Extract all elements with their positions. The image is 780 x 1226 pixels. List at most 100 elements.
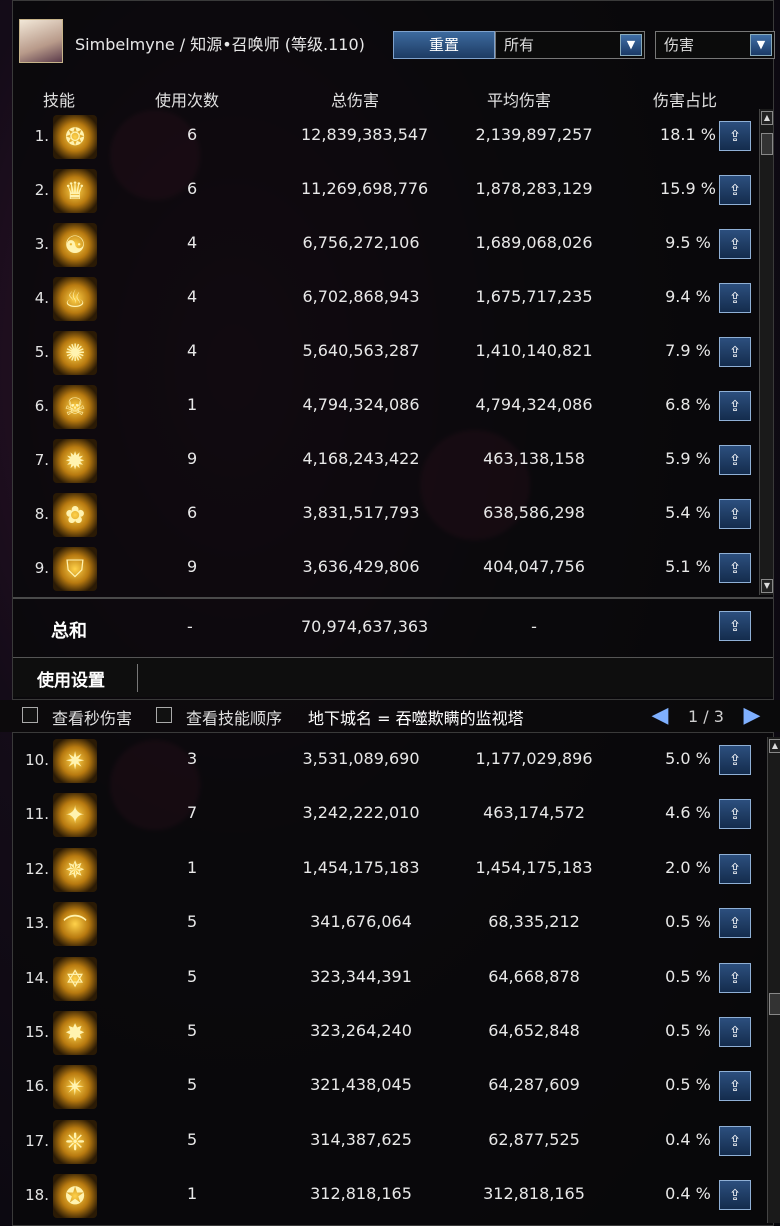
skill-icon: ✵ — [53, 847, 97, 892]
scroll-thumb[interactable] — [769, 993, 780, 1015]
rank-number: 18. — [25, 1186, 49, 1205]
rank-number: 12. — [25, 859, 49, 878]
share-icon[interactable]: ⇪ — [719, 853, 751, 884]
use-count: 5 — [187, 912, 198, 932]
scrollbar-top[interactable]: ▲ ▼ — [759, 109, 773, 595]
damage-percent: 9.4 % — [665, 287, 711, 306]
use-count: 7 — [187, 803, 198, 823]
share-total-button[interactable]: ⇪ — [719, 611, 751, 641]
scroll-thumb[interactable] — [761, 133, 773, 155]
total-damage: 341,676,064 — [310, 912, 412, 932]
scroll-up-icon[interactable]: ▲ — [761, 111, 773, 125]
share-icon[interactable]: ⇪ — [719, 229, 751, 259]
share-icon[interactable]: ⇪ — [719, 445, 751, 475]
scroll-up-icon[interactable]: ▲ — [769, 739, 780, 753]
share-icon[interactable]: ⇪ — [719, 1180, 751, 1211]
rank-number: 6. — [34, 397, 49, 415]
share-icon[interactable]: ⇪ — [719, 1017, 751, 1047]
table-row: ✷ 10. 3 3,531,089,690 1,177,029,896 5.0 % ⇪ — [13, 733, 773, 787]
damage-percent: 0.5 % — [665, 966, 711, 986]
skill-icon: ❂ — [53, 115, 97, 159]
total-damage: 321,438,045 — [310, 1075, 412, 1095]
damage-percent: 4.6 % — [665, 803, 711, 823]
reset-button[interactable]: 重置 — [393, 31, 495, 59]
total-damage: 312,818,165 — [310, 1184, 412, 1204]
skill-icon: ✷ — [53, 739, 97, 783]
table-row: ✪ 18. 1 312,818,165 312,818,165 0.4 % ⇪ — [13, 1168, 773, 1222]
chevron-down-icon: ▼ — [750, 34, 772, 56]
table-row: ⛉ 9. 9 3,636,429,806 404,047,756 5.1 % ⇪ — [13, 541, 773, 595]
rank-number: 3. — [34, 235, 49, 253]
share-icon[interactable]: ⇪ — [719, 908, 751, 939]
view-per-sec-label[interactable]: 查看秒伤害 — [52, 705, 132, 729]
total-damage: 1,454,175,183 — [302, 857, 420, 877]
rank-number: 11. — [25, 805, 49, 824]
skill-icon: ⛉ — [53, 547, 97, 591]
rank-number: 8. — [34, 505, 49, 523]
use-count: 5 — [187, 966, 198, 986]
scroll-down-icon[interactable]: ▼ — [761, 579, 773, 593]
table-row: ♨ 4. 4 6,702,868,943 1,675,717,235 9.4 % ⇪ — [13, 271, 773, 325]
total-damage: 323,344,391 — [310, 966, 412, 986]
total-row: 总和 - 70,974,637,363 - ⇪ — [13, 599, 773, 655]
share-icon[interactable]: ⇪ — [719, 391, 751, 421]
view-per-sec-checkbox[interactable] — [22, 707, 38, 723]
filter-select[interactable]: 所有 ▼ — [495, 31, 645, 59]
damage-percent: 9.5 % — [665, 233, 711, 252]
average-damage: 463,174,572 — [483, 803, 585, 823]
table-row: ✦ 11. 7 3,242,222,010 463,174,572 4.6 % ⇪ — [13, 787, 773, 841]
type-select[interactable]: 伤害 ▼ — [655, 31, 775, 59]
skill-icon: ✦ — [53, 793, 97, 838]
rank-number: 5. — [34, 343, 49, 361]
damage-percent: 5.4 % — [665, 503, 711, 522]
damage-percent: 5.0 % — [665, 749, 711, 768]
table-row: ✴ 16. 5 321,438,045 64,287,609 0.5 % ⇪ — [13, 1059, 773, 1113]
damage-percent: 15.9 % — [660, 179, 716, 198]
average-damage: 404,047,756 — [483, 557, 585, 576]
damage-percent: 0.5 % — [665, 1075, 711, 1095]
share-icon[interactable]: ⇪ — [719, 175, 751, 205]
skill-icon: ⌒ — [53, 902, 97, 947]
total-damage: 6,756,272,106 — [302, 233, 420, 252]
use-count: 9 — [187, 449, 198, 468]
prev-page-icon[interactable]: ◀ — [648, 704, 672, 728]
use-count: 6 — [187, 179, 198, 198]
share-icon[interactable]: ⇪ — [719, 499, 751, 529]
share-icon[interactable]: ⇪ — [719, 283, 751, 313]
scrollbar-bottom[interactable]: ▲ — [767, 737, 780, 1223]
share-icon[interactable]: ⇪ — [719, 745, 751, 775]
next-page-icon[interactable]: ▶ — [740, 704, 764, 728]
view-order-checkbox[interactable] — [156, 707, 172, 723]
share-icon[interactable]: ⇪ — [719, 1071, 751, 1102]
total-damage: 11,269,698,776 — [301, 179, 429, 198]
rank-number: 13. — [25, 914, 49, 933]
chevron-down-icon: ▼ — [620, 34, 642, 56]
table-row: ♛ 2. 6 11,269,698,776 1,878,283,129 15.9 % ⇪ — [13, 163, 773, 217]
usage-settings-tab[interactable]: 使用设置 — [37, 666, 105, 691]
use-count: 4 — [187, 287, 198, 306]
total-damage: 3,831,517,793 — [302, 503, 420, 522]
total-damage: 12,839,383,547 — [301, 125, 429, 144]
average-damage: 64,287,609 — [488, 1075, 580, 1095]
col-header-skill: 技能 — [43, 91, 76, 110]
col-header-pct: 伤害占比 — [653, 91, 718, 110]
view-order-label[interactable]: 查看技能顺序 — [186, 705, 282, 729]
share-icon[interactable]: ⇪ — [719, 962, 751, 993]
total-damage: 3,531,089,690 — [302, 749, 420, 768]
average-damage: 1,689,068,026 — [475, 233, 593, 252]
damage-percent: 5.1 % — [665, 557, 711, 576]
rank-number: 15. — [25, 1023, 49, 1041]
share-icon[interactable]: ⇪ — [719, 337, 751, 367]
share-icon[interactable]: ⇪ — [719, 1125, 751, 1156]
share-icon[interactable]: ⇪ — [719, 553, 751, 583]
average-damage: 1,675,717,235 — [475, 287, 593, 306]
skill-icon: ✪ — [53, 1174, 97, 1219]
share-icon[interactable]: ⇪ — [719, 799, 751, 830]
divider — [137, 664, 138, 692]
table-row: ❂ 1. 6 12,839,383,547 2,139,897,257 18.1 % ⇪ — [13, 109, 773, 163]
dungeon-name: 地下城名 = 吞噬欺瞒的监视塔 — [308, 709, 524, 728]
average-damage: 1,878,283,129 — [475, 179, 593, 198]
share-icon[interactable]: ⇪ — [719, 121, 751, 151]
average-damage: 1,177,029,896 — [475, 749, 593, 768]
damage-percent: 0.4 % — [665, 1129, 711, 1149]
